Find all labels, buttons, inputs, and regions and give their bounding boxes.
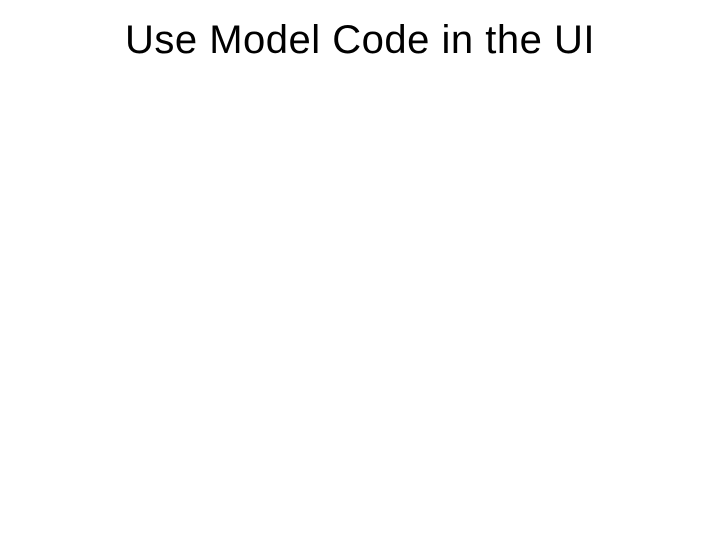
slide: Use Model Code in the UI (0, 0, 720, 540)
slide-title: Use Model Code in the UI (0, 18, 720, 63)
